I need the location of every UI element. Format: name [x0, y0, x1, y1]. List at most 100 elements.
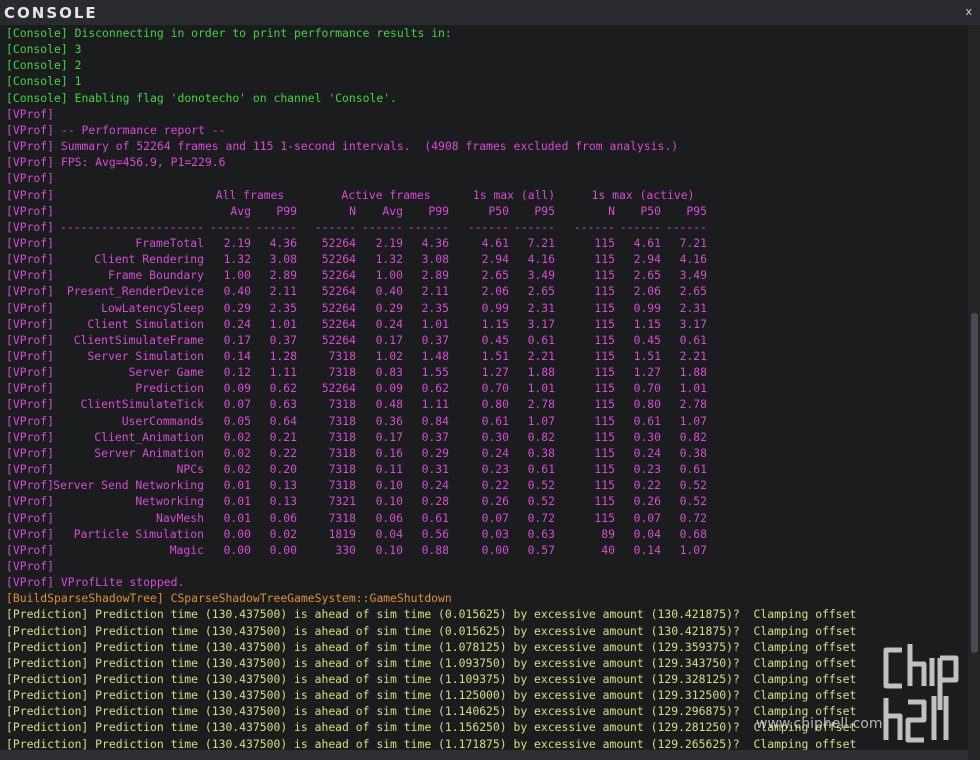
- log-tag: [VProf]: [6, 300, 55, 315]
- table-cell: 0.26: [481, 494, 509, 509]
- log-line: [Prediction] Prediction time (130.437500…: [6, 687, 856, 703]
- log-line: [VProf] VProfLite stopped.: [6, 574, 184, 590]
- log-tag: [Console]: [6, 58, 68, 73]
- table-cell: 115: [594, 413, 615, 428]
- log-tag: [VProf]: [6, 349, 55, 363]
- console-log[interactable]: [Console] Disconnecting in order to prin…: [0, 25, 968, 755]
- log-line: [Console] Disconnecting in order to prin…: [6, 25, 452, 41]
- table-cell: 1.27: [633, 365, 661, 380]
- table-cell: 89: [601, 526, 615, 541]
- table-cell: 0.09: [223, 381, 251, 396]
- table-row: [VProf] Server Send Networking 0.01 0.13 731…: [0, 477, 968, 493]
- log-tag: [VProf]: [6, 219, 55, 234]
- table-cell: 3.49: [527, 268, 555, 283]
- log-line: [Prediction] Prediction time (130.437500…: [6, 639, 856, 655]
- table-row-name: Frame Boundary: [107, 268, 204, 283]
- table-cell: 2.11: [421, 284, 449, 299]
- table-row-name: UserCommands: [121, 413, 204, 428]
- console-input-bar[interactable]: [0, 750, 968, 760]
- table-row: [VProf] FrameTotal 2.19 4.36 52264 2.19 4.36 4.…: [0, 235, 968, 251]
- table-cell: 0.22: [633, 478, 661, 493]
- table-cell: 52264: [321, 316, 356, 331]
- table-cell: 2.31: [679, 300, 707, 315]
- table-cell: 2.65: [633, 268, 661, 283]
- table-cell: 0.72: [527, 510, 555, 525]
- table-cell: 0.72: [679, 510, 707, 525]
- table-group-header: 1s max (all): [472, 187, 556, 202]
- table-cell: 0.11: [375, 462, 403, 477]
- log-line: [VProf] Summary of 52264 frames and 115 …: [6, 138, 678, 154]
- table-row: [VProf] Magic 0.00 0.00 330 0.10 0.88 0.00 0.57 4…: [0, 542, 968, 558]
- table-cell: 2.21: [679, 349, 707, 363]
- table-cell: 0.22: [481, 478, 509, 493]
- log-tag: [Prediction]: [6, 704, 89, 719]
- table-row: [VProf] Server Animation 0.02 0.22 7318 0.16 0…: [0, 445, 968, 461]
- log-message: 1: [67, 74, 82, 89]
- table-row-name: Networking: [135, 494, 204, 509]
- table-column-header: N: [608, 203, 615, 218]
- table-row: [VProf] Client Simulation 0.24 1.01 52264 0.2…: [0, 316, 968, 332]
- table-cell: 0.56: [421, 526, 449, 541]
- table-cell: 4.36: [421, 235, 449, 250]
- log-line: [VProf]: [6, 170, 54, 186]
- table-cell: 2.89: [269, 268, 297, 283]
- close-icon[interactable]: x: [965, 5, 972, 18]
- log-tag: [VProf]: [6, 558, 55, 573]
- table-cell: 52264: [321, 268, 356, 283]
- log-line: [VProf]: [6, 558, 54, 574]
- log-tag: [VProf]: [6, 235, 55, 250]
- table-separator: ------: [665, 219, 707, 234]
- table-row-name: Present_RenderDevice: [66, 284, 204, 299]
- table-row: [VProf] Present_RenderDevice 0.40 2.11 52264…: [0, 283, 968, 299]
- table-cell: 0.02: [223, 429, 251, 444]
- table-row-name: Prediction: [135, 381, 204, 396]
- table-cell: 0.13: [269, 494, 297, 509]
- console-titlebar: CONSOLE x: [0, 0, 980, 26]
- log-tag: [VProf]: [6, 575, 55, 590]
- table-cell: 0.05: [223, 413, 251, 428]
- table-row: [VProf] Server Game 0.12 1.11 7318 0.83 1.55 1.…: [0, 364, 968, 380]
- log-message: Prediction time (130.437500) is ahead of…: [88, 704, 857, 719]
- table-cell: 0.13: [269, 478, 297, 493]
- table-cell: 0.00: [269, 542, 297, 557]
- table-cell: 0.01: [223, 478, 251, 493]
- table-cell: 7318: [328, 462, 356, 477]
- table-cell: 0.06: [375, 510, 403, 525]
- table-cell: 2.19: [223, 235, 251, 250]
- table-cell: 0.04: [375, 526, 403, 541]
- table-cell: 0.61: [527, 462, 555, 477]
- table-cell: 115: [594, 300, 615, 315]
- table-cell: 0.01: [223, 494, 251, 509]
- table-separator: ---------------------: [59, 219, 204, 234]
- log-tag: [VProf]: [6, 413, 55, 428]
- table-row: [VProf] Frame Boundary 1.00 2.89 52264 1.00 2.…: [0, 267, 968, 283]
- table-cell: 0.00: [223, 526, 251, 541]
- table-cell: 4.16: [679, 252, 707, 267]
- table-cell: 0.52: [527, 478, 555, 493]
- table-cell: 1.01: [421, 316, 449, 331]
- table-cell: 0.21: [269, 429, 297, 444]
- table-cell: 0.01: [223, 510, 251, 525]
- table-cell: 1.48: [421, 349, 449, 363]
- table-cell: 2.06: [633, 284, 661, 299]
- table-cell: 0.45: [633, 332, 661, 347]
- table-row-name: Client Rendering: [94, 252, 204, 267]
- table-cell: 1.01: [269, 316, 297, 331]
- table-cell: 2.94: [633, 252, 661, 267]
- table-cell: 115: [594, 235, 615, 250]
- log-message: -- Performance report --: [54, 122, 226, 137]
- table-cell: 0.68: [679, 526, 707, 541]
- log-line: [Prediction] Prediction time (130.437500…: [6, 719, 856, 735]
- table-column-header: P99: [276, 203, 297, 218]
- table-cell: 0.83: [375, 365, 403, 380]
- scrollbar-thumb[interactable]: [971, 313, 978, 653]
- table-cell: 115: [594, 332, 615, 347]
- table-cell: 1.88: [527, 365, 555, 380]
- table-cell: 0.52: [679, 494, 707, 509]
- table-separator: ------: [407, 219, 449, 234]
- table-cell: 0.52: [679, 478, 707, 493]
- table-cell: 1.55: [421, 365, 449, 380]
- table-cell: 0.70: [633, 381, 661, 396]
- table-row-name: Server Animation: [94, 445, 204, 460]
- table-cell: 0.38: [527, 445, 555, 460]
